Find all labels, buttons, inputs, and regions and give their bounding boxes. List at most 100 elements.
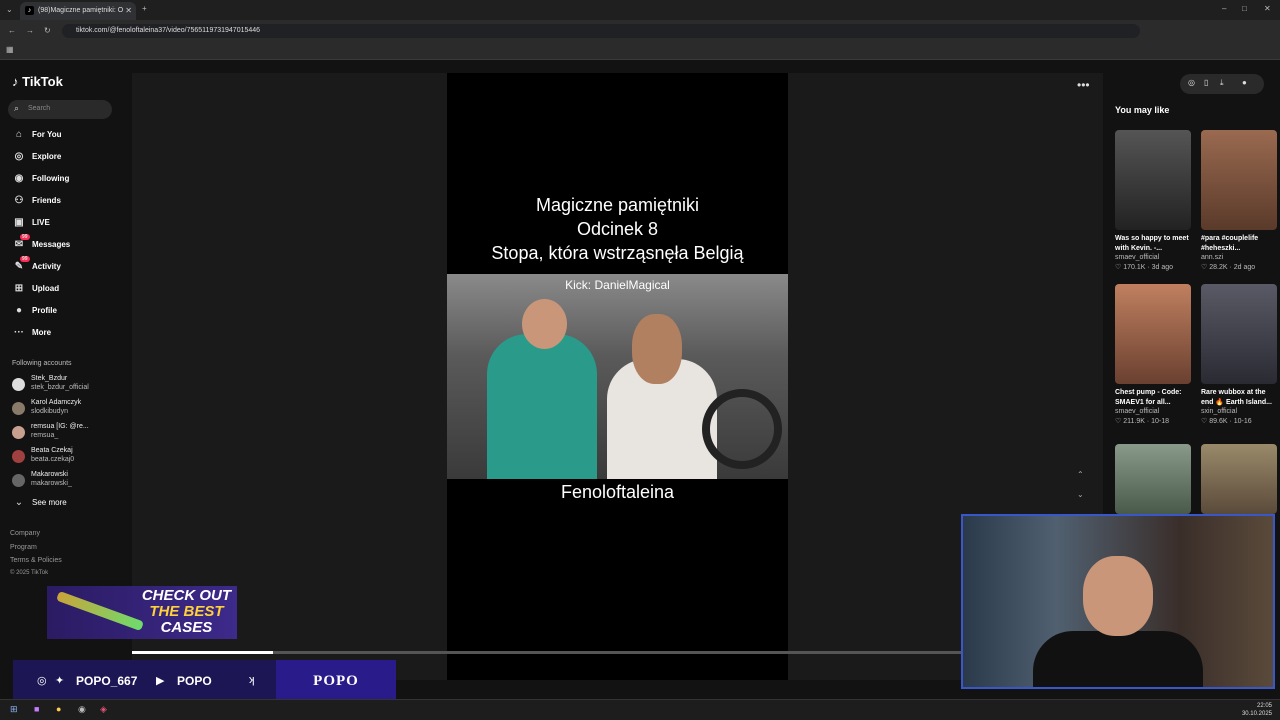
messages-badge: 99 (20, 234, 30, 240)
see-more-link[interactable]: ⌄ See more (12, 497, 122, 513)
card-title: Chest pump - Code: SMAEV1 for all... (1115, 389, 1182, 406)
nav-label: Profile (32, 306, 57, 315)
avatar (12, 426, 25, 439)
card-date: 2d ago (1233, 264, 1256, 271)
account-handle: slodkibudyn (31, 408, 68, 415)
chrome-icon[interactable]: ● (56, 704, 61, 714)
following-account[interactable]: remsua [IG: @re... remsua_ (12, 423, 122, 445)
nav-live[interactable]: ▣ LIVE (12, 217, 122, 233)
maximize-icon[interactable]: □ (1242, 4, 1247, 13)
card-title: Rare wubbox at the end 🔥 Earth Island... (1201, 389, 1272, 406)
steam-icon[interactable]: ◉ (78, 704, 86, 715)
avatar (12, 378, 25, 391)
footer-copyright: © 2025 TikTok (10, 570, 49, 576)
heart-icon: ♡ (1201, 264, 1208, 271)
you-may-like-heading: You may like (1115, 105, 1170, 115)
nav-profile[interactable]: ● Profile (12, 305, 122, 321)
nav-label: Activity (32, 262, 61, 271)
previous-video-icon[interactable]: ⌃ (1077, 470, 1084, 479)
new-tab-icon[interactable]: + (142, 4, 147, 13)
title-line: Stopa, która wstrząsnęła Belgią (491, 243, 744, 263)
search-placeholder: Search (28, 105, 51, 112)
video-progress-bar[interactable] (132, 651, 962, 654)
card-likes: 170.1K (1123, 264, 1146, 271)
tiktok-favicon-icon: ♪ (25, 6, 34, 15)
card-date: 10-18 (1151, 418, 1170, 425)
account-handle: makarowski_ (31, 480, 72, 487)
nav-for-you[interactable]: ⌂ For You (12, 129, 122, 145)
nav-explore[interactable]: ◎ Explore (12, 151, 122, 167)
following-account[interactable]: Makarowski makarowski_ (12, 471, 122, 493)
footer-company[interactable]: Company (10, 530, 40, 537)
browser-tab[interactable]: ♪ (98)Magiczne pamiętniki: O ✕ (20, 2, 136, 20)
card-title: #para #couplelife #heheszki... (1201, 235, 1259, 252)
search-icon: ⌕ (14, 103, 20, 113)
card-user: sxin_official (1201, 408, 1238, 415)
creator-caption: Fenoloftaleina (560, 482, 675, 502)
streamer-brand: POPO (276, 660, 396, 704)
kick-icon: ʞ (249, 674, 255, 686)
heart-icon: ♡ (1115, 418, 1122, 425)
live-icon: ▣ (14, 217, 24, 228)
card-thumbnail (1115, 284, 1191, 384)
person-left (487, 334, 597, 479)
nav-following[interactable]: ◉ Following (12, 173, 122, 189)
search-input[interactable]: ⌕ Search (8, 100, 112, 119)
apps-icon[interactable]: ▦ (6, 45, 14, 54)
minimize-icon[interactable]: – (1222, 4, 1226, 13)
url-field[interactable]: tiktok.com/@fenoloftaleina37/video/75651… (62, 24, 1140, 38)
download-icon[interactable]: ⤓ (1220, 78, 1224, 88)
nav-label: Messages (32, 240, 71, 249)
social-bar: ◎ ✦ POPO_667 ▶ POPO ʞ (13, 660, 276, 704)
next-video-icon[interactable]: ⌄ (1077, 490, 1084, 499)
footer-terms[interactable]: Terms & Policies (10, 557, 62, 564)
nav-upload[interactable]: ⊞ Upload (12, 283, 122, 299)
nav-label: Upload (32, 284, 60, 293)
forward-icon[interactable]: → (26, 26, 34, 35)
nav-activity[interactable]: ✎ 99 Activity (12, 256, 122, 277)
start-icon[interactable]: ⊞ (10, 704, 18, 715)
nav-label: For You (32, 130, 62, 139)
nav-messages[interactable]: ✉ 99 Messages (12, 234, 122, 255)
tiktok-logo[interactable]: ♪ TikTok (12, 74, 63, 89)
account-handle: beata.czekaj0 (31, 456, 75, 463)
account-handle: remsua_ (31, 432, 59, 439)
kick-label: Kick: DanielMagical (565, 278, 670, 292)
close-tab-icon[interactable]: ✕ (125, 6, 132, 15)
footer-program[interactable]: Program (10, 544, 37, 551)
knife-graphic (56, 590, 144, 632)
user-avatar-icon[interactable]: ● (1242, 78, 1247, 87)
reload-icon[interactable]: ↻ (44, 26, 51, 35)
discord-icon[interactable]: ◈ (100, 704, 107, 715)
nav-more[interactable]: ··· More (12, 327, 122, 343)
card-title: Was so happy to meet with Kevin. -... (1115, 235, 1189, 252)
device-icon[interactable]: ▯ (1204, 78, 1208, 87)
upload-icon: ⊞ (14, 283, 24, 294)
youtube-handle: POPO (177, 674, 212, 688)
card-meta: ♡ 211.9K · 10-18 (1115, 418, 1170, 425)
back-icon[interactable]: ← (8, 26, 16, 35)
following-account[interactable]: Beata Czekaj beata.czekaj0 (12, 447, 122, 469)
nav-friends[interactable]: ⚇ Friends (12, 195, 122, 211)
logo-text: TikTok (22, 74, 63, 89)
following-account[interactable]: Stek_Bzdur stek_bzdur_official (12, 375, 122, 397)
more-options-icon[interactable]: ••• (1077, 78, 1090, 92)
app-icon[interactable]: ■ (34, 704, 39, 714)
home-icon: ⌂ (15, 129, 23, 140)
card-likes: 211.9K (1123, 418, 1145, 425)
activity-icon: ✎ 99 (14, 256, 30, 272)
close-window-icon[interactable]: ✕ (1264, 4, 1271, 13)
system-clock[interactable]: 22:05 30.10.2025 (1242, 702, 1272, 718)
title-line: Odcinek 8 (576, 219, 659, 239)
steering-wheel (702, 389, 782, 469)
video-overlay-title: Magiczne pamiętniki Odcinek 8 Stopa, któ… (447, 193, 788, 265)
banner-text: CHECK OUT THE BEST CASES (142, 588, 231, 636)
promo-banner[interactable]: CHECK OUT THE BEST CASES (47, 586, 237, 639)
friends-icon: ⚇ (14, 195, 24, 206)
compass-icon[interactable]: ◎ (1188, 78, 1195, 87)
tab-search-icon[interactable]: ⌄ (6, 5, 13, 14)
activity-badge: 99 (20, 256, 30, 262)
following-account[interactable]: Karol Adamczyk slodkibudyn (12, 399, 122, 421)
avatar (12, 474, 25, 487)
card-thumbnail (1201, 444, 1277, 514)
